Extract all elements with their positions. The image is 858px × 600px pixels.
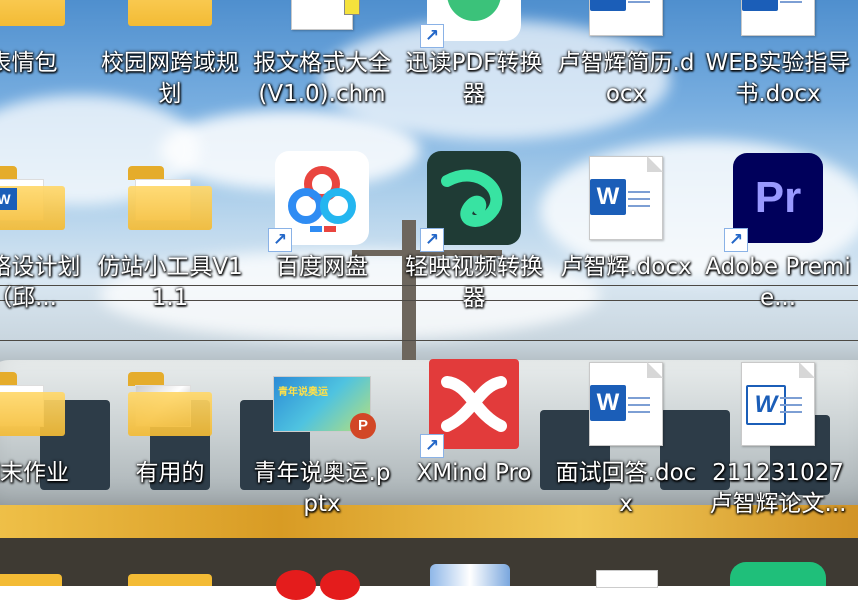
word-document-icon: W [726,0,830,46]
icon-label: 面试回答.docx [555,460,697,517]
desktop-icon-luzhihui-docx[interactable]: W 卢智辉.docx [550,146,702,346]
word-document-icon: W [574,146,678,250]
icon-label: 校园网跨域规划 [101,50,239,107]
icon-label: WEB实验指导书.docx [705,50,851,107]
icon-label: 表情包 [0,50,58,76]
icon-label: 报文格式大全(V1.0).chm [253,50,391,107]
desktop-icon-xundu-pdf[interactable]: ↗ 迅读PDF转换器 [398,0,550,142]
qingying-app-icon: ↗ [420,146,526,252]
desktop-icon-network-design-folder[interactable]: W 网络设计划（邱... [0,146,99,346]
folder-icon: W [0,146,75,250]
icon-label: XMind Pro [416,460,532,486]
xmind-app-icon: ↗ [420,352,526,458]
folder-icon [118,146,222,250]
icon-label: 迅读PDF转换器 [405,50,543,107]
desktop-icon-partial-app[interactable] [430,564,510,586]
premiere-pro-app-icon: Pr ↗ [724,146,830,252]
desktop-icon-site-tool-folder[interactable]: 仿站小工具V11.1 [94,146,246,346]
desktop-icon-useful-folder[interactable]: 有用的 [94,352,246,552]
icon-label: 卢智辉简历.docx [557,50,695,107]
desktop-icon-partial-folder-2[interactable] [128,574,212,586]
icon-label: 百度网盘 [276,254,368,280]
xundu-pdf-app-icon: ↗ [420,0,526,48]
icon-label: 轻映视频转换器 [405,254,543,311]
word-document-icon: W [574,0,678,46]
desktop-icon-resume-docx[interactable]: W 卢智辉简历.docx [550,0,702,142]
icon-label: 期末作业 [0,460,69,486]
shortcut-arrow-icon: ↗ [268,228,292,252]
icon-label: Adobe Premie... [705,254,851,311]
desktop-icon-emoji-folder[interactable]: 表情包 [0,0,99,142]
icon-label: 211231027卢智辉论文... [709,460,847,517]
desktop-icon-interview-docx[interactable]: W 面试回答.docx [550,352,702,552]
desktop-icon-adobe-premiere[interactable]: Pr ↗ Adobe Premie... [702,146,854,346]
desktop-icon-baidu-netdisk[interactable]: ↗ 百度网盘 [246,146,398,346]
desktop-icon-partial-green-app[interactable] [730,562,826,586]
shortcut-arrow-icon: ↗ [420,434,444,458]
shortcut-arrow-icon: ↗ [420,228,444,252]
shortcut-arrow-icon: ↗ [724,228,748,252]
icon-label: 青年说奥运.pptx [253,460,391,517]
desktop-icon-campus-network-folder[interactable]: 校园网跨域规划 [94,0,246,142]
desktop-icon-final-homework-folder[interactable]: 期末作业 [0,352,99,552]
desktop-icon-xmind-pro[interactable]: ↗ XMind Pro [398,352,550,552]
icon-label: 仿站小工具V11.1 [97,254,243,311]
icon-label: 卢智辉.docx [560,254,692,280]
icon-label: 有用的 [135,460,205,486]
folder-icon [0,0,75,46]
baidu-netdisk-app-icon: ↗ [268,146,374,252]
desktop-icon-partial-red-app[interactable] [276,570,370,600]
desktop-icon-partial-folder-1[interactable] [0,574,62,586]
word-document-icon: W [726,352,830,456]
folder-icon [0,352,75,456]
desktop-icon-web-guide-docx[interactable]: W WEB实验指导书.docx [702,0,854,142]
word-document-icon: W [574,352,678,456]
shortcut-arrow-icon: ↗ [420,24,444,48]
folder-icon [118,0,222,46]
desktop-icon-partial-doc[interactable] [596,570,658,588]
desktop-icon-thesis-doc[interactable]: W 211231027卢智辉论文... [702,352,854,552]
folder-icon [118,352,222,456]
chm-file-icon [270,0,374,46]
desktop-icon-olympics-pptx[interactable]: 青年说奥运 P 青年说奥运.pptx [246,352,398,552]
icon-label: 网络设计划（邱... [0,254,81,311]
desktop-icon-chm-file[interactable]: 报文格式大全(V1.0).chm [246,0,398,142]
desktop-icon-qingying-converter[interactable]: ↗ 轻映视频转换器 [398,146,550,346]
powerpoint-file-icon: 青年说奥运 P [270,352,376,456]
